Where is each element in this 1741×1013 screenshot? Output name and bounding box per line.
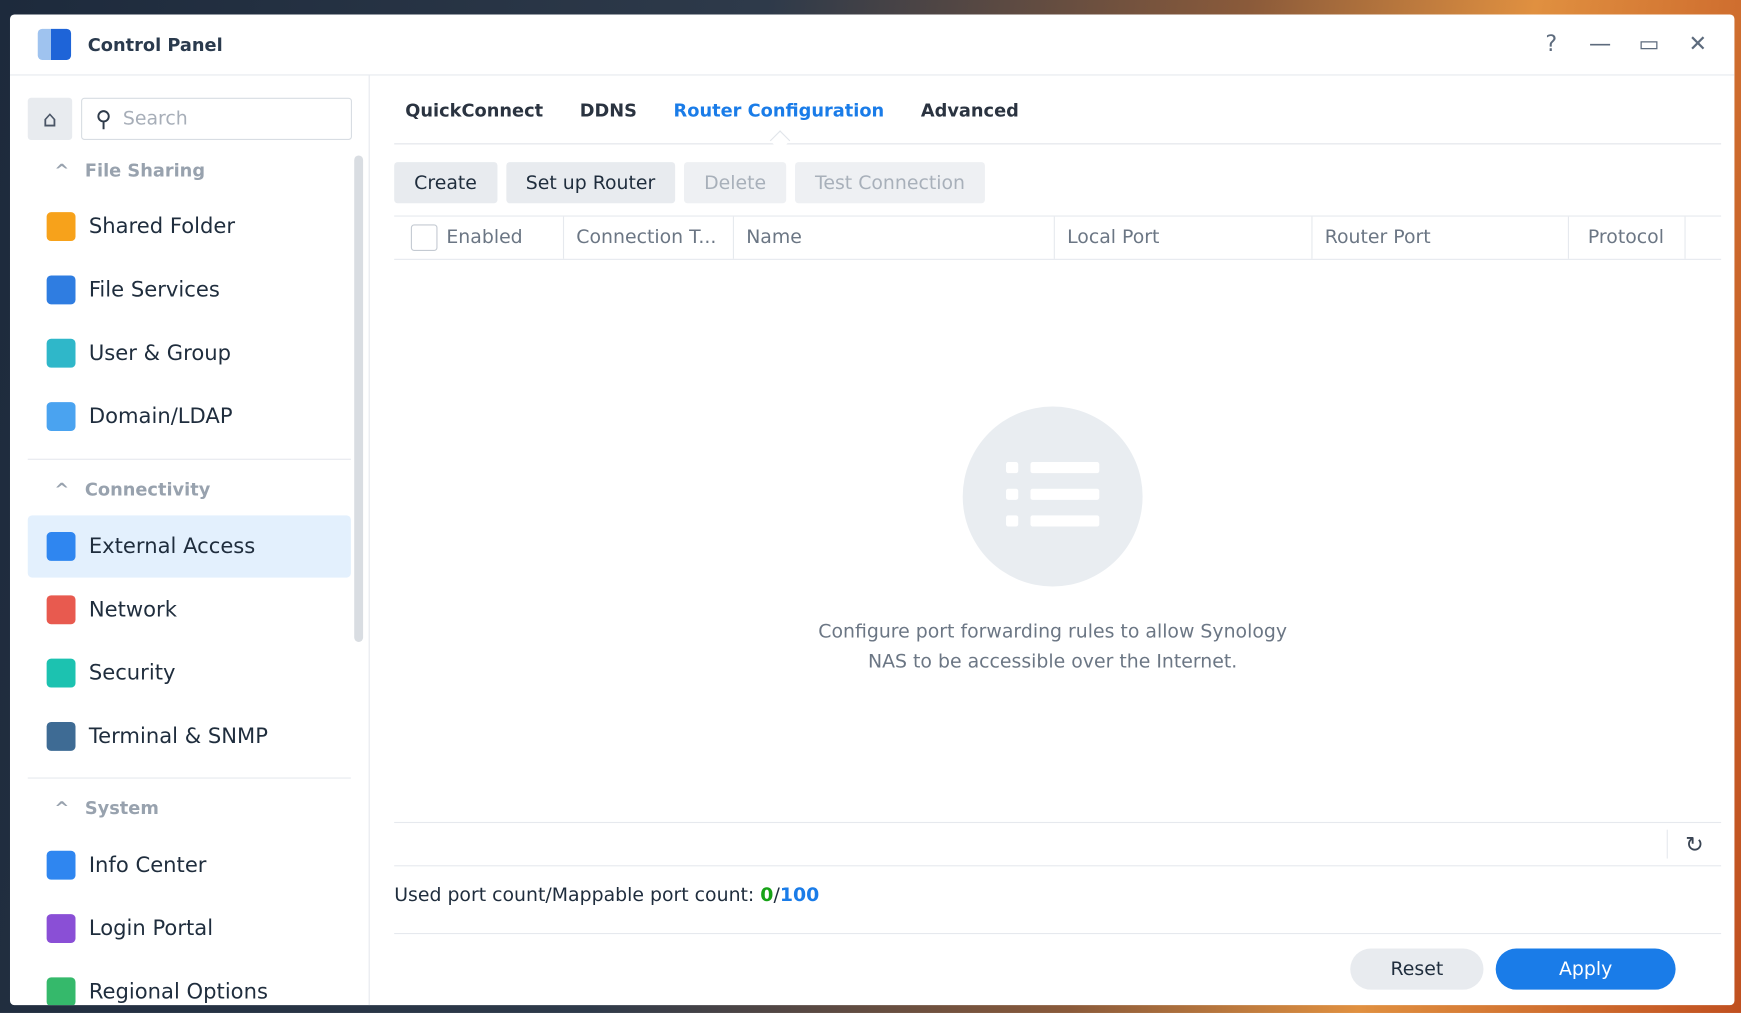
search-input[interactable] [120, 106, 325, 132]
security-shield-icon [46, 658, 76, 688]
terminal-icon [46, 721, 76, 751]
divider [27, 777, 351, 779]
sidebar-item-label: Terminal & SNMP [88, 724, 268, 749]
tab-router-configuration[interactable]: Router Configuration [674, 100, 885, 121]
shared-folder-icon [46, 212, 76, 242]
test-connection-button[interactable]: Test Connection [795, 162, 986, 204]
group-system[interactable]: ^ System [54, 797, 158, 818]
desktop: Control Panel ? — ▭ ✕ ⌂ ⚲ ^File Sharing … [0, 0, 1741, 1013]
port-count: Used port count/Mappable port count: 0/1… [394, 884, 820, 907]
chevron-up-icon: ^ [54, 478, 70, 500]
sidebar-scrollbar[interactable] [354, 155, 364, 642]
sidebar-item-label: Login Portal [88, 916, 214, 941]
select-all-checkbox[interactable] [410, 224, 438, 252]
main-panel: QuickConnect DDNS Router Configuration A… [394, 76, 1722, 1006]
sidebar-item-label: Network [88, 597, 177, 622]
column-connection-type[interactable]: Connection T... [564, 216, 734, 259]
search-box[interactable]: ⚲ [81, 97, 352, 140]
file-services-icon [46, 275, 76, 305]
sidebar-item-label: Regional Options [88, 979, 268, 1005]
search-icon: ⚲ [95, 105, 112, 133]
sidebar-item-label: File Services [88, 277, 220, 303]
sidebar-item-network[interactable]: Network [28, 579, 351, 641]
column-local-port[interactable]: Local Port [1055, 216, 1313, 259]
login-portal-icon [46, 914, 76, 943]
sidebar-item-regional-options[interactable]: Regional Options [28, 961, 351, 1006]
sidebar-item-label: Domain/LDAP [88, 404, 233, 429]
group-connectivity[interactable]: ^ Connectivity [54, 479, 210, 500]
refresh-icon: ↻ [1685, 830, 1704, 858]
control-panel-icon [37, 28, 72, 60]
home-icon: ⌂ [42, 105, 58, 133]
divider [394, 932, 1722, 935]
sidebar-item-login-portal[interactable]: Login Portal [28, 897, 351, 959]
sidebar-item-label: Info Center [88, 853, 207, 878]
title-bar: Control Panel ? — ▭ ✕ [9, 14, 1735, 76]
column-router-port[interactable]: Router Port [1312, 216, 1569, 259]
empty-list-icon [962, 406, 1143, 587]
chevron-up-icon: ^ [54, 159, 70, 182]
sidebar-item-label: External Access [88, 534, 256, 559]
create-button[interactable]: Create [394, 162, 497, 204]
sidebar-item-label: Security [88, 660, 176, 686]
sidebar-item-label: User & Group [88, 340, 232, 366]
info-center-icon [46, 850, 76, 880]
sidebar-item-shared-folder[interactable]: Shared Folder [28, 195, 351, 257]
network-icon [46, 595, 76, 625]
reset-button[interactable]: Reset [1350, 948, 1484, 990]
toolbar: Create Set up Router Delete Test Connect… [394, 162, 986, 204]
column-enabled[interactable]: Enabled [394, 216, 565, 259]
sidebar: ⌂ ⚲ ^File Sharing Shared Folder File Serv… [10, 75, 370, 1006]
window-title: Control Panel [87, 33, 223, 55]
sidebar-item-info-center[interactable]: Info Center [28, 834, 351, 896]
tab-advanced[interactable]: Advanced [921, 100, 1019, 121]
tab-bar: QuickConnect DDNS Router Configuration A… [394, 76, 1722, 145]
used-port-count: 0 [760, 884, 774, 907]
control-panel-window: Control Panel ? — ▭ ✕ ⌂ ⚲ ^File Sharing … [9, 14, 1735, 1006]
domain-ldap-icon [46, 402, 76, 431]
column-name[interactable]: Name [734, 216, 1055, 259]
minimize-button[interactable]: — [1588, 30, 1612, 57]
table-footer: ↻ [394, 821, 1722, 867]
sidebar-item-domain-ldap[interactable]: Domain/LDAP [28, 385, 351, 447]
user-group-icon [46, 338, 76, 368]
group-file-sharing[interactable]: ^ File Sharing [54, 160, 205, 181]
chevron-up-icon: ^ [54, 797, 70, 819]
tab-quickconnect[interactable]: QuickConnect [405, 100, 543, 121]
regional-options-icon [46, 977, 76, 1006]
mappable-port-count: 100 [779, 884, 820, 907]
maximize-button[interactable]: ▭ [1637, 30, 1661, 57]
apply-button[interactable]: Apply [1495, 948, 1676, 990]
close-button[interactable]: ✕ [1686, 30, 1710, 57]
sidebar-item-user-group[interactable]: User & Group [28, 322, 351, 384]
sidebar-item-terminal-snmp[interactable]: Terminal & SNMP [28, 705, 351, 767]
column-protocol[interactable]: Protocol [1569, 216, 1686, 259]
tab-ddns[interactable]: DDNS [580, 100, 637, 121]
refresh-button[interactable]: ↻ [1666, 829, 1721, 859]
sidebar-item-label: Shared Folder [88, 214, 236, 239]
table-header: Enabled Connection T... Name Local Port … [394, 215, 1722, 260]
empty-state-message: Configure port forwarding rules to allow… [818, 620, 1288, 674]
setup-router-button[interactable]: Set up Router [505, 162, 676, 204]
divider [27, 458, 351, 460]
delete-button[interactable]: Delete [684, 162, 787, 204]
help-button[interactable]: ? [1539, 30, 1563, 57]
sidebar-item-file-services[interactable]: File Services [28, 259, 351, 321]
home-button[interactable]: ⌂ [27, 97, 73, 140]
sidebar-item-external-access[interactable]: External Access [27, 515, 351, 578]
sidebar-item-security[interactable]: Security [28, 642, 351, 704]
external-access-icon [46, 532, 76, 561]
